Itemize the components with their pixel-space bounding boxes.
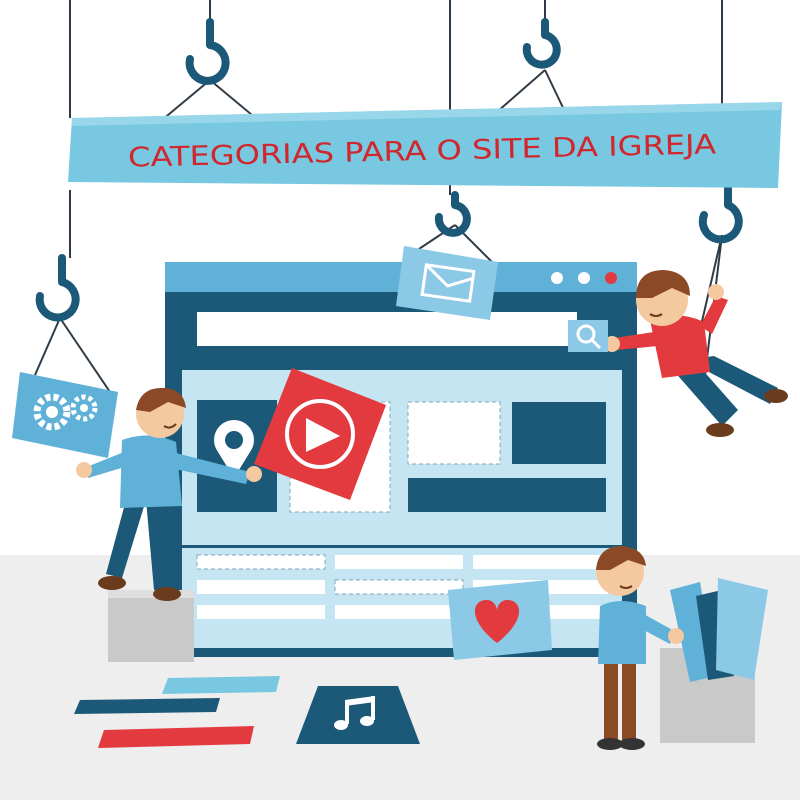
grey-block-top [108, 590, 194, 598]
placeholder-block [408, 478, 606, 512]
text-line [196, 554, 326, 570]
window-dot [551, 272, 563, 284]
illustration-canvas: CATEGORIAS PARA O SITE DA IGREJA [0, 0, 800, 800]
window-close-dot [605, 272, 617, 284]
text-line [335, 555, 463, 569]
gears-card [12, 372, 118, 458]
search-card [568, 320, 608, 352]
grey-block [108, 590, 194, 662]
placeholder-block [512, 402, 606, 464]
search-bar [197, 312, 577, 346]
hook-icon [185, 18, 230, 85]
website-building-illustration: CATEGORIAS PARA O SITE DA IGREJA [0, 0, 800, 800]
text-line [197, 605, 325, 619]
placeholder-block [407, 401, 501, 465]
heart-card [448, 580, 552, 660]
text-line [473, 555, 608, 569]
hook-icon [35, 254, 80, 322]
text-line [335, 605, 463, 619]
hook-icon [522, 18, 561, 69]
text-line [334, 579, 464, 595]
hook-icon [698, 181, 743, 244]
window-dot [578, 272, 590, 284]
text-line [197, 580, 325, 594]
title-banner: CATEGORIAS PARA O SITE DA IGREJA [68, 102, 782, 188]
